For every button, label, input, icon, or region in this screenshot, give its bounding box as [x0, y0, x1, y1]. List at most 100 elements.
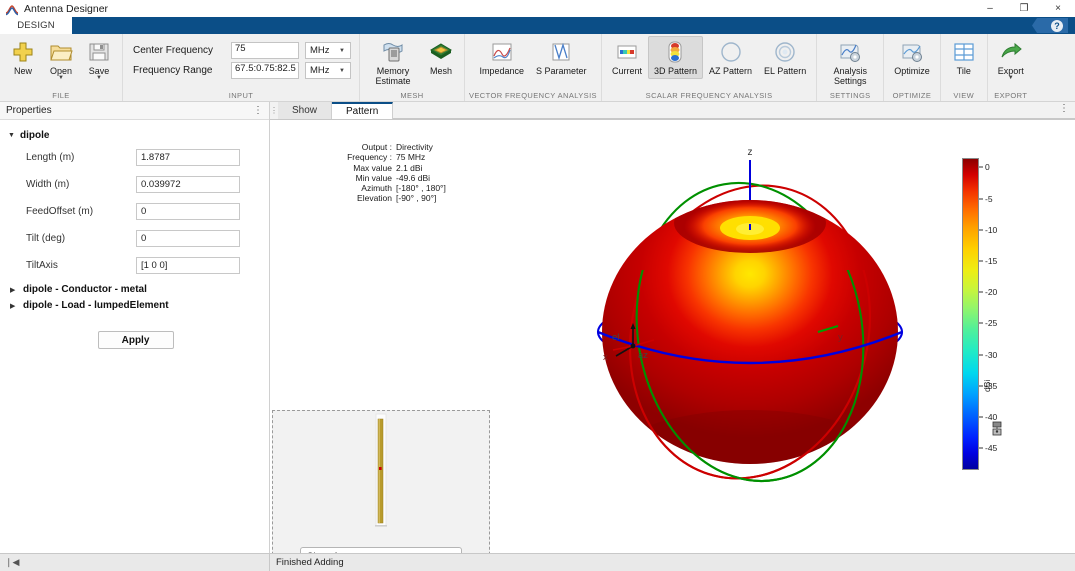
group-label-input: INPUT [229, 91, 254, 101]
window-controls: – ❐ × [973, 0, 1075, 17]
save-button[interactable]: Save ▼ [80, 36, 118, 84]
tab-show[interactable]: Show [278, 102, 332, 119]
close-button[interactable]: × [1041, 0, 1075, 17]
ribbon-tab-strip: DESIGN ? [0, 17, 1075, 34]
load-node-label: dipole - Load - lumpedElement [23, 300, 169, 311]
apply-button[interactable]: Apply [98, 331, 174, 349]
document-options-icon[interactable]: ⋮ [1059, 105, 1069, 112]
feedoffset-input[interactable]: 0 [136, 203, 240, 220]
workspace: Properties ⋮ ▼ dipole Length (m) 1.8787 … [0, 102, 1075, 553]
mesh-icon [428, 39, 454, 65]
info-value: 2.1 dBi [396, 163, 422, 173]
chevron-right-icon: ▶ [10, 302, 18, 310]
el-pattern-button[interactable]: EL Pattern [758, 36, 812, 79]
tilt-input[interactable]: 0 [136, 230, 240, 247]
properties-title: Properties [6, 105, 52, 116]
status-bar: ❘◀ Finished Adding [0, 553, 1075, 571]
frequency-range-unit-select[interactable]: MHz ▼ [305, 62, 351, 79]
az-pattern-button[interactable]: AZ Pattern [703, 36, 758, 79]
info-key: Output : [330, 142, 396, 152]
mesh-label: Mesh [430, 66, 452, 76]
export-dropdown-icon[interactable]: ▼ [1008, 76, 1014, 81]
info-value: Directivity [396, 142, 433, 152]
ribbon-group-export: Export ▼ EXPORT [988, 34, 1034, 101]
tab-pattern[interactable]: Pattern [332, 102, 393, 119]
impedance-button[interactable]: Impedance [473, 36, 530, 79]
window-title: Antenna Designer [24, 3, 108, 15]
info-value: [-90° , 90°] [396, 193, 436, 203]
info-value: [-180° , 180°] [396, 183, 446, 193]
save-dropdown-icon[interactable]: ▼ [96, 76, 102, 81]
antenna-geometry-view[interactable] [273, 411, 489, 547]
property-row-width: Width (m) 0.039972 [8, 176, 263, 193]
ribbon-group-settings: Analysis Settings SETTINGS [817, 34, 884, 101]
length-input[interactable]: 1.8787 [136, 149, 240, 166]
antenna-type-label: dipole [20, 130, 49, 141]
properties-node-load[interactable]: ▶ dipole - Load - lumpedElement [8, 300, 263, 311]
3d-pattern-icon [662, 39, 688, 65]
pattern-canvas[interactable]: Output :Directivity Frequency :75 MHz Ma… [270, 120, 1075, 553]
radiation-pattern-3d[interactable]: z el az x y [570, 140, 930, 500]
analysis-settings-button[interactable]: Analysis Settings [821, 36, 879, 89]
properties-node-conductor[interactable]: ▶ dipole - Conductor - metal [8, 284, 263, 295]
current-button[interactable]: Current [606, 36, 648, 79]
info-key: Frequency : [330, 152, 396, 162]
property-row-feedoffset: FeedOffset (m) 0 [8, 203, 263, 220]
properties-options-icon[interactable]: ⋮ [253, 107, 263, 115]
ribbon-group-mesh: Memory Estimate Mesh MESH [360, 34, 465, 101]
el-pattern-icon [772, 39, 798, 65]
status-message: Finished Adding [270, 557, 344, 568]
center-frequency-unit-select[interactable]: MHz ▼ [305, 42, 351, 59]
status-nav-area[interactable]: ❘◀ [0, 554, 270, 571]
axis-label-y: y [838, 332, 843, 343]
conductor-node-label: dipole - Conductor - metal [23, 284, 147, 295]
tilt-label: Tilt (deg) [8, 233, 136, 244]
step-back-icon[interactable]: ❘◀ [5, 557, 19, 568]
width-input[interactable]: 0.039972 [136, 176, 240, 193]
chevron-down-icon: ▼ [339, 48, 350, 54]
properties-body: ▼ dipole Length (m) 1.8787 Width (m) 0.0… [0, 120, 269, 553]
frequency-range-input[interactable]: 67.5:0.75:82.5 [231, 62, 299, 79]
el-pattern-label: EL Pattern [764, 66, 806, 76]
export-button[interactable]: Export ▼ [992, 36, 1030, 84]
3d-pattern-button[interactable]: 3D Pattern [648, 36, 703, 79]
group-label-settings: SETTINGS [830, 91, 871, 101]
ribbon-group-file: New Open ▼ [0, 34, 123, 101]
tiltaxis-input[interactable]: [1 0 0] [136, 257, 240, 274]
properties-panel: Properties ⋮ ▼ dipole Length (m) 1.8787 … [0, 102, 270, 553]
s-parameter-icon [548, 39, 574, 65]
group-label-scalar-frequency-analysis: SCALAR FREQUENCY ANALYSIS [646, 91, 773, 101]
optimize-button[interactable]: Optimize [888, 36, 936, 79]
group-label-export: EXPORT [994, 91, 1027, 101]
tab-filler [393, 102, 1075, 119]
new-label: New [14, 66, 32, 76]
open-button[interactable]: Open ▼ [42, 36, 80, 84]
maximize-button[interactable]: ❐ [1007, 0, 1041, 17]
center-frequency-input[interactable]: 75 [231, 42, 299, 59]
show-antenna-value: Show Antenna [307, 551, 368, 554]
window-title-bar: Antenna Designer – ❐ × [0, 0, 1075, 17]
s-parameter-button[interactable]: S Parameter [530, 36, 593, 79]
tab-grip-icon: ⋮ [270, 102, 278, 119]
pattern-surface [600, 193, 900, 500]
open-dropdown-icon[interactable]: ▼ [58, 76, 64, 81]
memory-estimate-button[interactable]: Memory Estimate [364, 36, 422, 89]
new-button[interactable]: New [4, 36, 42, 79]
colorbar-unit-label: dBi [982, 380, 992, 392]
show-antenna-select[interactable]: Show Antenna ▼ [300, 547, 462, 553]
tile-icon [951, 39, 977, 65]
mesh-button[interactable]: Mesh [422, 36, 460, 79]
colorbar-tick: -30 [979, 350, 997, 360]
ribbon-group-view: Tile VIEW [941, 34, 988, 101]
minimize-button[interactable]: – [973, 0, 1007, 17]
optimize-icon [899, 39, 925, 65]
floppy-disk-icon [86, 39, 112, 65]
group-label-mesh: MESH [400, 91, 423, 101]
tab-design[interactable]: DESIGN [0, 17, 72, 34]
tile-label: Tile [957, 66, 971, 76]
colorbar-tick: 0 [979, 162, 990, 172]
help-button[interactable]: ? [1032, 18, 1068, 33]
center-frequency-label: Center Frequency [133, 45, 225, 56]
tile-button[interactable]: Tile [945, 36, 983, 79]
properties-tree-root[interactable]: ▼ dipole [8, 130, 263, 141]
